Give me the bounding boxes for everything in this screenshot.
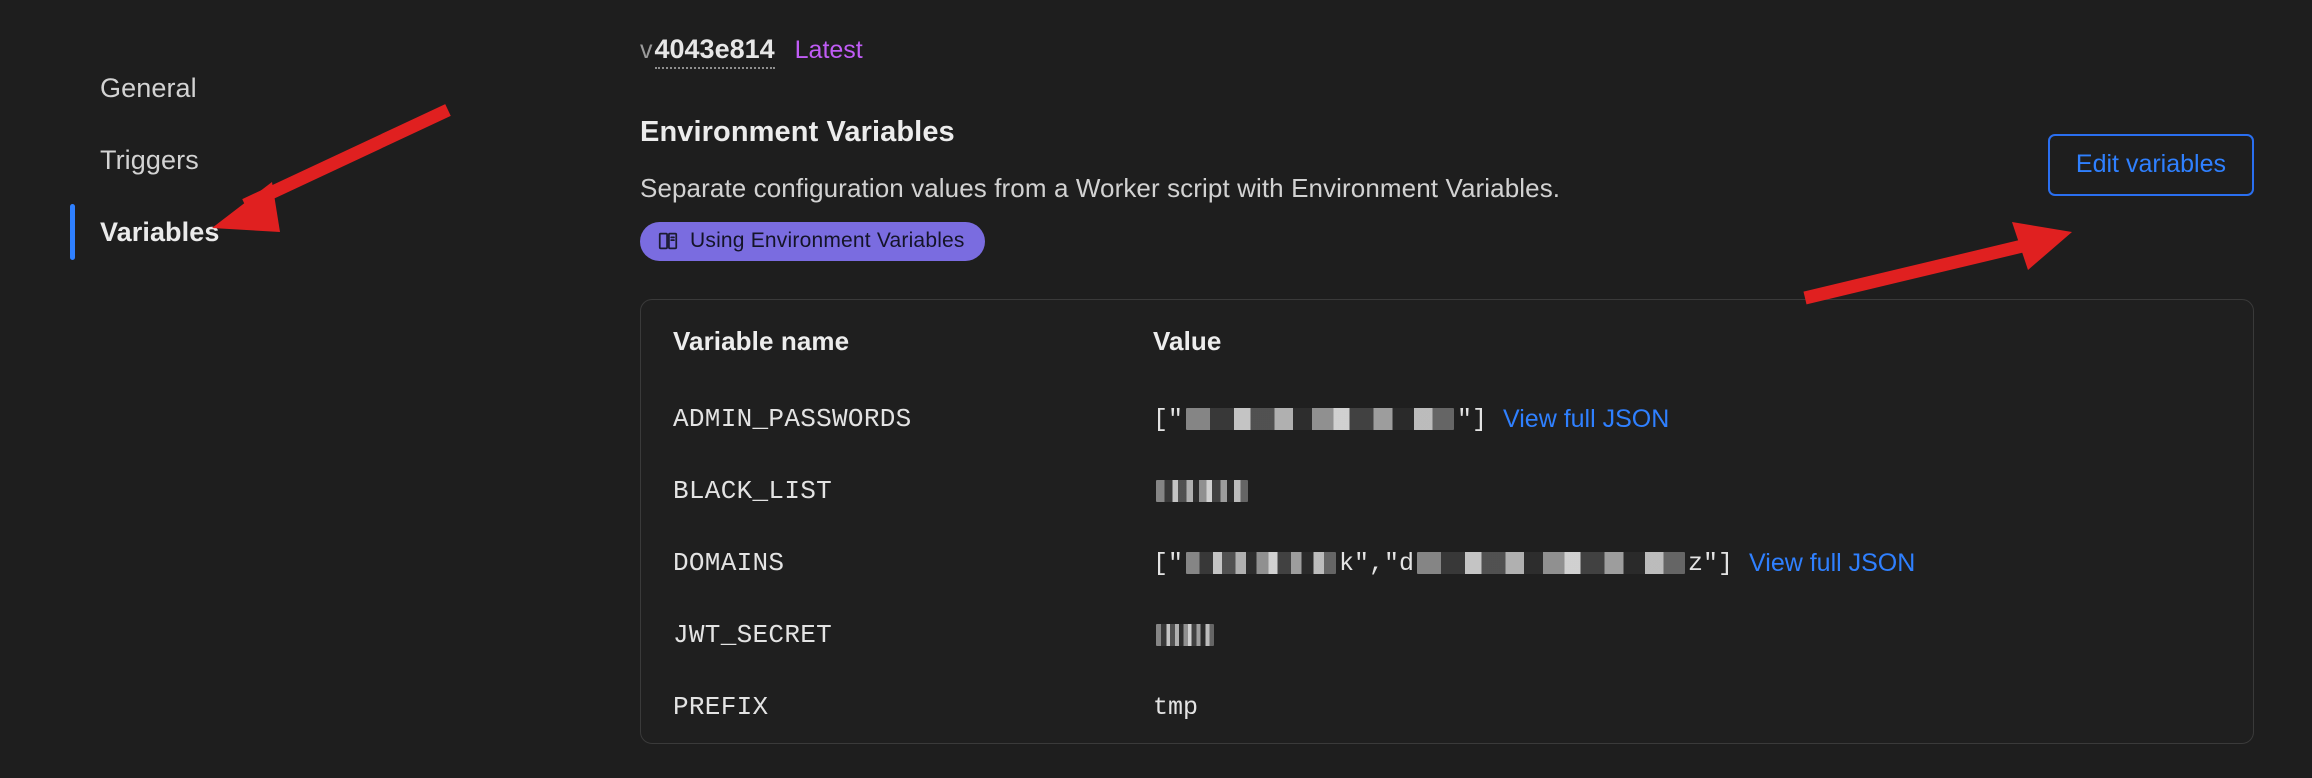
- view-full-json-link[interactable]: View full JSON: [1503, 405, 1669, 434]
- variable-name-cell: PREFIX: [641, 671, 1121, 743]
- section-header-text: Environment Variables Separate configura…: [640, 116, 2048, 261]
- book-icon: [657, 230, 679, 252]
- table-row: PREFIX tmp: [641, 671, 2253, 743]
- variable-name-cell: JWT_SECRET: [641, 599, 1121, 671]
- page-title: Environment Variables: [640, 116, 955, 148]
- variable-value-cell: [1121, 599, 2253, 671]
- value-text: [" "]: [1153, 405, 1487, 434]
- variables-table: Variable name Value ADMIN_PASSWORDS [" "…: [641, 300, 2253, 743]
- variable-value-cell: tmp: [1121, 671, 2253, 743]
- redacted-value: [1186, 408, 1455, 430]
- badge-label: Using Environment Variables: [690, 229, 965, 252]
- value-mid: k","d: [1339, 548, 1415, 578]
- value-prefix: [": [1153, 404, 1184, 434]
- version-prefix: v: [640, 36, 653, 64]
- sidebar-item-label: General: [100, 72, 197, 103]
- settings-sidebar: General Triggers Variables: [0, 0, 640, 778]
- sidebar-item-triggers[interactable]: Triggers: [0, 124, 640, 196]
- table-header: Variable name Value: [641, 300, 2253, 383]
- main-content: v 4043e814 Latest Environment Variables …: [640, 0, 2312, 778]
- value-text: tmp: [1153, 692, 1199, 722]
- variable-name: ADMIN_PASSWORDS: [673, 404, 912, 434]
- table-row: ADMIN_PASSWORDS [" "] View full JSON: [641, 383, 2253, 455]
- edit-variables-button[interactable]: Edit variables: [2047, 134, 2254, 196]
- value-text: [" k","d z"]: [1153, 549, 1733, 578]
- sidebar-item-label: Triggers: [100, 144, 199, 175]
- variable-name: JWT_SECRET: [673, 620, 833, 650]
- table-row: JWT_SECRET: [641, 599, 2253, 671]
- value-group: [" "] View full JSON: [1153, 405, 2253, 434]
- value-text: [1153, 624, 1217, 646]
- redacted-value: [1186, 552, 1337, 574]
- value-text: [1153, 480, 1251, 502]
- value-suffix: "]: [1457, 404, 1488, 434]
- sidebar-item-general[interactable]: General: [0, 52, 640, 124]
- active-indicator-bar: [70, 204, 75, 260]
- variable-name-cell: BLACK_LIST: [641, 455, 1121, 527]
- column-header-variable-name: Variable name: [673, 326, 850, 356]
- table-row: DOMAINS [" k","d z"] View full JSON: [641, 527, 2253, 599]
- column-header-value: Value: [1153, 326, 1222, 356]
- table-row: BLACK_LIST: [641, 455, 2253, 527]
- value-group: tmp: [1153, 693, 2253, 722]
- table-body: ADMIN_PASSWORDS [" "] View full JSON BLA…: [641, 383, 2253, 743]
- view-full-json-link[interactable]: View full JSON: [1749, 549, 1915, 578]
- redacted-value: [1156, 480, 1248, 502]
- settings-page: General Triggers Variables v 4043e814 La…: [0, 0, 2312, 778]
- version-hash[interactable]: 4043e814: [654, 34, 775, 69]
- redacted-value: [1417, 552, 1686, 574]
- sidebar-item-variables[interactable]: Variables: [0, 196, 640, 268]
- redacted-value: [1156, 624, 1214, 646]
- variable-name: PREFIX: [673, 692, 769, 722]
- value-group: [1153, 624, 2253, 646]
- version-latest-tag: Latest: [794, 36, 863, 64]
- section-header: Environment Variables Separate configura…: [640, 116, 2254, 261]
- using-environment-variables-badge[interactable]: Using Environment Variables: [640, 222, 985, 261]
- version-line: v 4043e814 Latest: [640, 34, 2254, 74]
- variable-name-cell: ADMIN_PASSWORDS: [641, 383, 1121, 455]
- value-prefix: [": [1153, 548, 1184, 578]
- value-suffix: z"]: [1688, 548, 1734, 578]
- variable-value-cell: [1121, 455, 2253, 527]
- variables-table-card: Variable name Value ADMIN_PASSWORDS [" "…: [640, 299, 2254, 744]
- variable-value-cell: [" "] View full JSON: [1121, 383, 2253, 455]
- value-group: [1153, 480, 2253, 502]
- sidebar-item-label: Variables: [100, 216, 220, 247]
- variable-name: BLACK_LIST: [673, 476, 833, 506]
- value-group: [" k","d z"] View full JSON: [1153, 549, 2253, 578]
- section-description: Separate configuration values from a Wor…: [640, 173, 1561, 203]
- variable-name-cell: DOMAINS: [641, 527, 1121, 599]
- variable-value-cell: [" k","d z"] View full JSON: [1121, 527, 2253, 599]
- variable-name: DOMAINS: [673, 548, 785, 578]
- table-header-row: Variable name Value: [641, 300, 2253, 383]
